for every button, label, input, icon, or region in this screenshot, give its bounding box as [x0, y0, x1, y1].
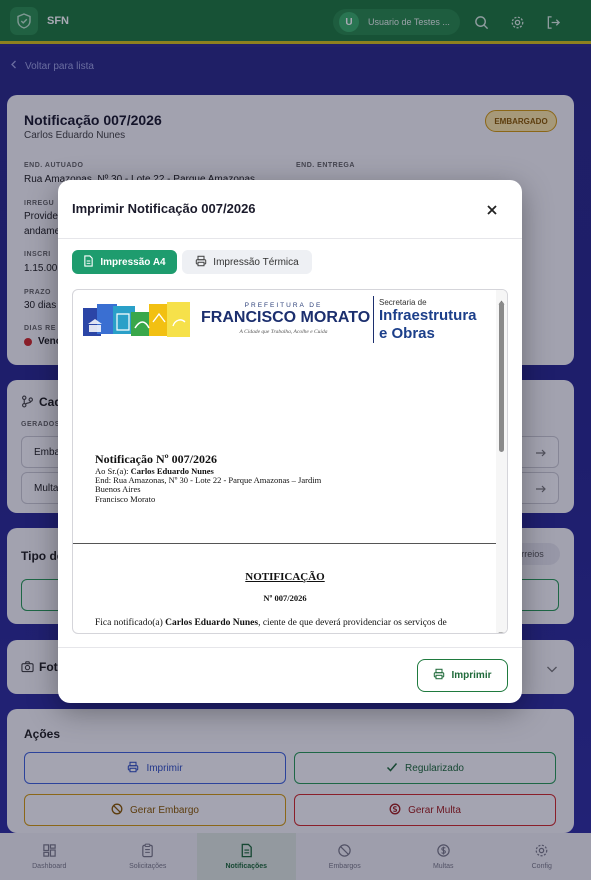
doc-para-prefix: Fica notificado(a)	[95, 618, 163, 628]
print-button[interactable]: Imprimir	[417, 659, 508, 692]
sec-name-2: e Obras	[379, 325, 435, 342]
doc-para-name: Carlos Eduardo Nunes	[165, 618, 259, 628]
scroll-down-icon[interactable]	[498, 624, 505, 633]
doc-heading: Notificação Nº 007/2026	[95, 452, 217, 466]
sec-name-1: Infraestrutura	[379, 307, 477, 324]
doc-end-line-2: Buenos Aires	[95, 484, 141, 494]
tab-impressao-a4[interactable]: Impressão A4	[72, 250, 177, 274]
doc-paragraph: Fica notificado(a) Carlos Eduardo Nunes,…	[95, 618, 505, 628]
header-separator	[373, 296, 374, 343]
modal-title: Imprimir Notificação 007/2026	[72, 201, 256, 216]
doc-rule	[73, 543, 497, 544]
print-preview[interactable]: PREFEITURA DE FRANCISCO MORATO A Cidade …	[72, 289, 508, 634]
doc-para-suffix: , ciente de que deverá providenciar os s…	[258, 618, 447, 628]
preview-document: PREFEITURA DE FRANCISCO MORATO A Cidade …	[73, 290, 498, 633]
close-icon[interactable]	[482, 200, 502, 220]
doc-notificacao-title: NOTIFICAÇÃO	[245, 571, 325, 583]
printer-icon	[195, 255, 207, 270]
scroll-thumb[interactable]	[499, 302, 504, 452]
doc-city: Francisco Morato	[95, 494, 156, 504]
city-logo-icon	[83, 302, 190, 339]
document-icon	[83, 254, 94, 270]
tab-impressao-termica-label: Impressão Térmica	[213, 256, 299, 268]
slogan-text: A Cidade que Trabalha, Acolhe e Cuida	[239, 329, 328, 335]
tab-impressao-a4-label: Impressão A4	[100, 256, 166, 268]
printer-icon	[433, 668, 445, 683]
preview-scrollbar[interactable]	[496, 290, 507, 633]
tab-impressao-termica[interactable]: Impressão Térmica	[182, 250, 312, 274]
pref-big-text: FRANCISCO MORATO	[201, 309, 371, 326]
pref-small-text: PREFEITURA DE	[244, 302, 323, 309]
modal-footer-divider	[58, 647, 522, 648]
modal-header-divider	[58, 238, 522, 239]
print-button-label: Imprimir	[451, 670, 492, 681]
doc-number: Nº 007/2026	[263, 593, 307, 603]
sec-label: Secretaria de	[379, 298, 427, 307]
print-modal: Imprimir Notificação 007/2026 Impressão …	[58, 180, 522, 703]
